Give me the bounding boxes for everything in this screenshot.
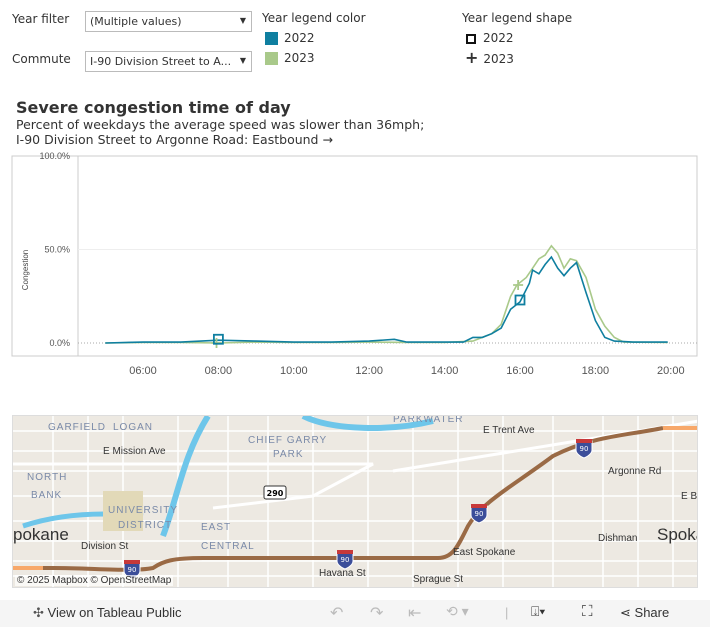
legend-color-title: Year legend color xyxy=(262,11,366,25)
i90-shield-label: 90 xyxy=(128,566,137,574)
map-label: East Spokane xyxy=(453,547,516,558)
map-attribution[interactable]: © 2025 Mapbox © OpenStreetMap xyxy=(15,575,174,586)
year-filter-value: (Multiple values) xyxy=(90,15,182,28)
chart-header: Severe congestion time of day Percent of… xyxy=(16,98,424,147)
legend-label: 2023 xyxy=(284,51,315,65)
legend-shape: Year legend shape 2022 +2023 xyxy=(462,8,572,69)
fullscreen-icon: ⛶ xyxy=(582,603,593,620)
x-tick-label: 08:00 xyxy=(205,365,233,377)
x-tick-label: 20:00 xyxy=(657,365,685,377)
legend-shape-title: Year legend shape xyxy=(462,11,573,25)
color-swatch xyxy=(265,52,278,65)
map-label: EAST xyxy=(201,522,231,533)
divider: | xyxy=(505,605,509,620)
tableau-logo-icon: ✣ xyxy=(33,605,44,620)
refresh-icon: ⟲ ▾ xyxy=(446,603,469,619)
river xyxy=(160,416,211,538)
y-tick-label: 50.0% xyxy=(44,245,70,255)
legend-item-2022[interactable]: 2022 xyxy=(462,28,572,48)
redo-button[interactable]: ↷ xyxy=(370,603,383,623)
square-icon xyxy=(466,33,476,44)
map-label: Sprague St xyxy=(413,574,463,585)
map-label: E Trent Ave xyxy=(483,425,535,436)
undo-icon: ↶ xyxy=(330,605,344,622)
map-label: Havana St xyxy=(319,568,366,579)
legend-item-2023[interactable]: 2023 xyxy=(262,48,366,68)
map-label: Spoka xyxy=(657,525,698,544)
legend-item-2022[interactable]: 2022 xyxy=(262,28,366,48)
commute-label: Commute xyxy=(12,52,71,66)
download-button[interactable]: ⍗▾ xyxy=(531,603,545,620)
plus-icon: + xyxy=(465,48,479,67)
legend-color: Year legend color 2022 2023 xyxy=(262,8,366,68)
map-label: E B xyxy=(681,491,697,502)
i90-shield-label: 90 xyxy=(341,556,350,564)
map-label: PARKWATER xyxy=(393,416,463,425)
map-label: DISTRICT xyxy=(118,520,172,531)
y-axis-label: Congestion xyxy=(21,250,30,290)
chart-subtitle: Percent of weekdays the average speed wa… xyxy=(16,117,425,132)
map-label: UNIVERSITY xyxy=(108,505,178,516)
legend-label: 2022 xyxy=(483,31,514,45)
sr290-shield: 290 xyxy=(267,489,284,498)
share-label: Share xyxy=(634,605,670,620)
fullscreen-button[interactable]: ⛶ xyxy=(582,603,593,620)
y-tick-label: 0.0% xyxy=(49,338,70,348)
view-label: View on Tableau Public xyxy=(47,605,182,620)
map-label: CENTRAL xyxy=(201,541,255,552)
download-icon: ⍗▾ xyxy=(531,603,546,619)
refresh-button[interactable]: ⟲ ▾ xyxy=(446,603,469,620)
x-tick-label: 14:00 xyxy=(431,365,459,377)
redo-icon: ↷ xyxy=(370,605,384,622)
map-label: Dishman xyxy=(598,533,637,544)
toolbar: ✣ View on Tableau Public ↶ ↷ ⇤ ⟲ ▾ | ⍗▾ … xyxy=(0,600,710,627)
map-canvas: GARFIELD LOGAN CHIEF GARRY PARK PARKWATER E T… xyxy=(13,416,698,587)
commute-value: I-90 Division Street to A... xyxy=(90,55,232,68)
map-label: Argonne Rd xyxy=(608,466,661,477)
legend-item-2023[interactable]: +2023 xyxy=(462,48,572,69)
map-label: Division St xyxy=(81,541,128,552)
x-tick-label: 16:00 xyxy=(506,365,534,377)
chevron-down-icon: ▼ xyxy=(239,16,246,25)
route-map[interactable]: GARFIELD LOGAN CHIEF GARRY PARK PARKWATER E T… xyxy=(12,415,698,588)
view-on-tableau-button[interactable]: ✣ View on Tableau Public xyxy=(33,605,181,621)
chart-route: I-90 Division Street to Argonne Road: Ea… xyxy=(16,132,333,147)
i90-shield-label: 90 xyxy=(475,510,484,518)
series-line-2023[interactable] xyxy=(105,244,668,344)
x-tick-label: 06:00 xyxy=(129,365,157,377)
revert-button[interactable]: ⇤ xyxy=(408,603,421,623)
x-tick-label: 12:00 xyxy=(355,365,383,377)
map-label: NORTH xyxy=(27,472,67,483)
color-swatch xyxy=(265,32,278,45)
map-label: LOGAN xyxy=(113,422,153,433)
map-label: GARFIELD xyxy=(48,422,106,433)
series-line-2022[interactable] xyxy=(105,255,668,344)
map-label: E Mission Ave xyxy=(103,446,166,457)
map-label: PARK xyxy=(273,449,304,460)
revert-icon: ⇤ xyxy=(408,605,422,622)
legend-label: 2022 xyxy=(284,31,315,45)
x-tick-label: 18:00 xyxy=(582,365,610,377)
year-filter-label: Year filter xyxy=(12,12,70,26)
chart-title: Severe congestion time of day xyxy=(16,98,291,117)
share-button[interactable]: ⋖ Share xyxy=(620,605,669,621)
x-tick-label: 10:00 xyxy=(280,365,308,377)
year-filter-dropdown[interactable]: (Multiple values) ▼ xyxy=(85,11,252,32)
map-label: CHIEF GARRY xyxy=(248,435,327,446)
commute-dropdown[interactable]: I-90 Division Street to A... ▼ xyxy=(85,51,252,72)
congestion-chart: Congestion 0.0% 50.0% 100.0% 06:00 08:00 10:0… xyxy=(11,151,698,377)
undo-button[interactable]: ↶ xyxy=(330,603,343,623)
share-icon: ⋖ xyxy=(620,605,631,620)
y-tick-label: 100.0% xyxy=(39,151,70,161)
i90-shield-label: 90 xyxy=(580,445,589,453)
legend-label: 2023 xyxy=(483,52,514,66)
chevron-down-icon: ▼ xyxy=(239,56,246,65)
map-label: BANK xyxy=(31,490,62,501)
map-label: pokane xyxy=(13,525,69,544)
chart-frame xyxy=(11,155,698,357)
